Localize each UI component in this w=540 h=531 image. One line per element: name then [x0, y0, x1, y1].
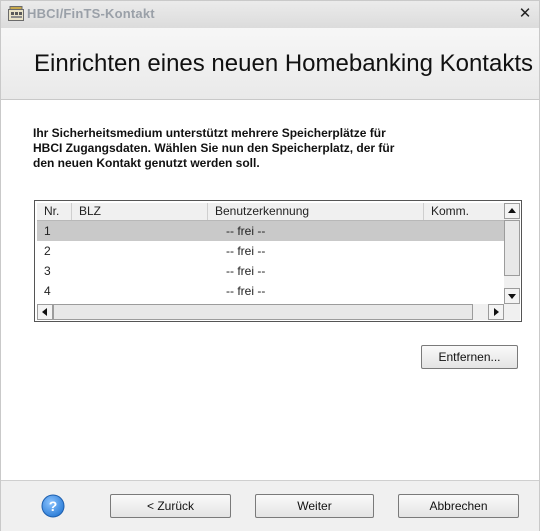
- row-nr: 4: [44, 284, 51, 298]
- remove-button[interactable]: Entfernen...: [421, 345, 518, 369]
- arrow-left-icon: [42, 308, 47, 316]
- scrollbar-corner: [504, 304, 520, 320]
- title-bar[interactable]: HBCI/FinTS-Kontakt ✕: [1, 1, 539, 28]
- row-comm: [424, 241, 504, 261]
- row-user: -- frei --: [226, 264, 266, 278]
- table-row[interactable]: 1 -- frei --: [37, 221, 504, 241]
- row-comm: [424, 261, 504, 281]
- row-blz: [72, 261, 208, 281]
- arrow-up-icon: [508, 208, 516, 213]
- arrow-down-icon: [508, 294, 516, 299]
- hbci-app-icon: [8, 6, 24, 21]
- button-bar: ? < Zurück Weiter Abbrechen: [1, 480, 539, 531]
- list-header: Nr. BLZ Benutzerkennung Komm.: [37, 203, 504, 221]
- page-title: Einrichten eines neuen Homebanking Konta…: [34, 50, 533, 77]
- window-title: HBCI/FinTS-Kontakt: [27, 6, 155, 21]
- scroll-up-button[interactable]: [504, 203, 520, 219]
- row-nr: 3: [44, 264, 51, 278]
- row-comm: [424, 221, 504, 241]
- scroll-down-button[interactable]: [504, 288, 520, 304]
- dialog-window: HBCI/FinTS-Kontakt ✕ Einrichten eines ne…: [0, 0, 540, 531]
- row-nr: 2: [44, 244, 51, 258]
- arrow-right-icon: [494, 308, 499, 316]
- column-header-benutzerkennung[interactable]: Benutzerkennung: [208, 203, 424, 220]
- row-user: -- frei --: [226, 224, 266, 238]
- instruction-text: Ihr Sicherheitsmedium unterstützt mehrer…: [33, 126, 395, 170]
- row-nr: 1: [44, 224, 51, 238]
- next-button[interactable]: Weiter: [255, 494, 374, 518]
- column-header-komm[interactable]: Komm.: [424, 203, 504, 220]
- list-rows: 1 -- frei -- 2 -- frei -- 3 -- frei -- 4: [37, 221, 504, 304]
- help-icon[interactable]: ?: [41, 494, 65, 518]
- close-icon[interactable]: ✕: [515, 4, 535, 24]
- back-button[interactable]: < Zurück: [110, 494, 231, 518]
- column-header-blz[interactable]: BLZ: [72, 203, 208, 220]
- row-blz: [72, 221, 208, 241]
- row-comm: [424, 281, 504, 301]
- svg-text:?: ?: [49, 498, 58, 514]
- horizontal-scroll-thumb[interactable]: [53, 304, 473, 320]
- scroll-right-button[interactable]: [488, 304, 504, 320]
- vertical-scrollbar[interactable]: [504, 203, 520, 304]
- vertical-scroll-thumb[interactable]: [504, 220, 520, 276]
- table-row[interactable]: 3 -- frei --: [37, 261, 504, 281]
- cancel-button[interactable]: Abbrechen: [398, 494, 519, 518]
- row-blz: [72, 281, 208, 301]
- storage-slot-list[interactable]: Nr. BLZ Benutzerkennung Komm. 1 -- frei …: [34, 200, 522, 322]
- table-row[interactable]: 2 -- frei --: [37, 241, 504, 261]
- table-row[interactable]: 4 -- frei --: [37, 281, 504, 301]
- row-user: -- frei --: [226, 284, 266, 298]
- column-header-nr[interactable]: Nr.: [37, 203, 72, 220]
- row-blz: [72, 241, 208, 261]
- wizard-header: Einrichten eines neuen Homebanking Konta…: [1, 28, 539, 100]
- horizontal-scrollbar[interactable]: [37, 304, 504, 320]
- row-user: -- frei --: [226, 244, 266, 258]
- scroll-left-button[interactable]: [37, 304, 53, 320]
